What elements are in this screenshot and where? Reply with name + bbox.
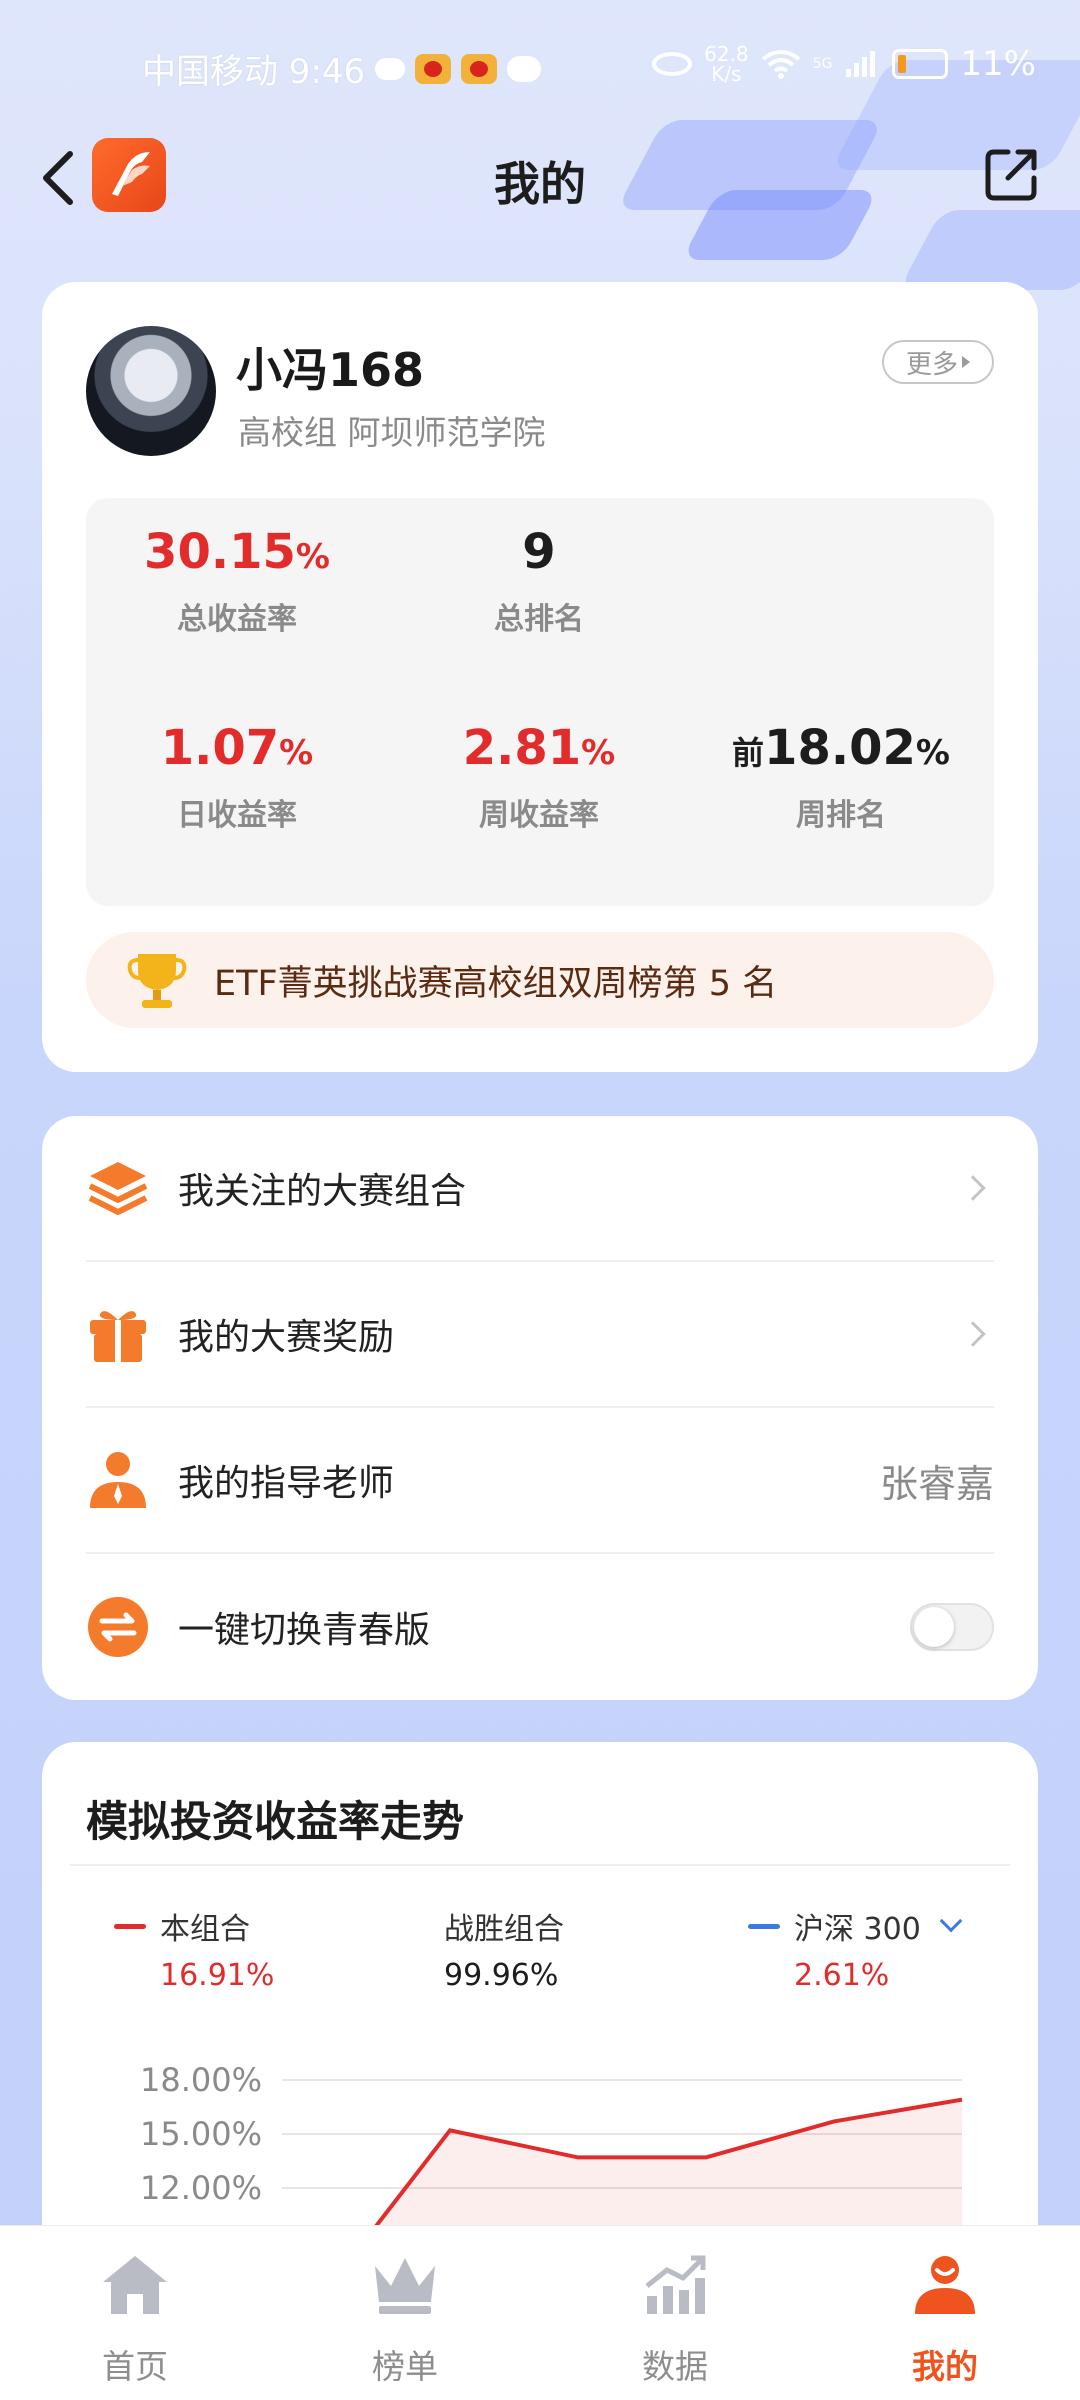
stat-weekly-return: 2.81% 周收益率 [388, 720, 690, 834]
switch-icon [88, 1597, 148, 1657]
menu-label: 一键切换青春版 [178, 1610, 431, 1651]
stat-weekly-rank: 前18.02% 周排名 [690, 720, 992, 834]
status-right: 62.8 K/s 5G 11% [652, 44, 1036, 84]
eye-comfort-icon [652, 52, 693, 76]
wechat-icon [507, 55, 542, 82]
nav-home[interactable]: 首页 [0, 2226, 270, 2400]
stat-value: 前18.02% [732, 720, 950, 776]
status-bar: 中国移动 9:46 62.8 K/s 5G 11% [0, 0, 1080, 130]
legend-swatch [748, 1923, 780, 1929]
stat-total-return: 30.15% 总收益率 [86, 524, 388, 638]
layers-icon [88, 1162, 148, 1215]
legend-value: 2.61% [794, 1958, 890, 1993]
stat-total-rank: 9 总排名 [388, 524, 690, 638]
menu-item-rewards[interactable]: 我的大赛奖励 [86, 1262, 994, 1408]
trophy-icon [127, 954, 187, 1008]
share-icon[interactable] [980, 142, 1044, 206]
crown-icon [375, 2258, 435, 2314]
weibo-icon [461, 53, 498, 84]
status-left: 中国移动 9:46 [142, 44, 542, 93]
signal-icon [846, 51, 876, 77]
bottom-nav: 首页 榜单 数据 我的 [0, 2225, 1080, 2400]
network-speed: 62.8 K/s [704, 44, 749, 84]
chevron-right-icon [960, 1175, 986, 1201]
username: 小冯168 [236, 343, 425, 397]
nav-label: 数据 [642, 2347, 708, 2386]
legend-label: 沪深 300 [794, 1912, 921, 1947]
y-tick-label: 15.00% [140, 2115, 262, 2153]
legend-label: 战胜组合 [444, 1912, 564, 1947]
menu-label: 我的指导老师 [178, 1463, 395, 1504]
gift-icon [90, 1311, 146, 1362]
stat-value: 1.07% [160, 720, 314, 776]
user-group: 高校组 阿坝师范学院 [238, 413, 546, 452]
y-tick-label: 12.00% [140, 2169, 262, 2207]
stat-label: 日收益率 [177, 798, 297, 833]
legend-label: 本组合 [160, 1912, 250, 1947]
nav-label: 榜单 [372, 2347, 438, 2386]
header: 我的 [0, 130, 1080, 230]
menu-item-followed[interactable]: 我关注的大赛组合 [86, 1116, 994, 1262]
divider [70, 1864, 1010, 1866]
menu-item-youth-mode: 一键切换青春版 [86, 1554, 994, 1700]
teacher-name: 张睿嘉 [879, 1461, 994, 1506]
legend-benchmark[interactable]: 沪深 300 2.61% [748, 1904, 963, 1993]
legend-swatch [114, 1923, 146, 1929]
cloud-icon [375, 57, 406, 80]
chevron-down-icon[interactable] [939, 1909, 963, 1933]
menu-card: 我关注的大赛组合 我的大赛奖励 我的指导老师 张睿嘉 一键切换青春版 [42, 1116, 1038, 1700]
stat-daily-return: 1.07% 日收益率 [86, 720, 388, 834]
triangle-right-icon [962, 356, 970, 368]
carrier-time: 中国移动 9:46 [142, 52, 366, 92]
menu-label: 我关注的大赛组合 [178, 1171, 467, 1212]
nav-rank[interactable]: 榜单 [270, 2226, 540, 2400]
battery-level: 11% [960, 44, 1036, 84]
youth-mode-toggle[interactable] [910, 1603, 994, 1651]
profile-card: 小冯168 高校组 阿坝师范学院 更多 30.15% 总收益率 9 总排名 1.… [42, 282, 1038, 1072]
nav-label: 首页 [102, 2347, 168, 2386]
y-tick-label: 18.00% [140, 2061, 262, 2099]
nav-mine[interactable]: 我的 [810, 2226, 1080, 2400]
legend-portfolio: 本组合 16.91% [114, 1904, 274, 1993]
weibo-icon [415, 53, 452, 84]
stat-label: 总排名 [494, 602, 584, 637]
network-type: 5G [812, 56, 833, 72]
nav-data[interactable]: 数据 [540, 2226, 810, 2400]
legend-value: 99.96% [444, 1958, 559, 1993]
battery-icon [892, 49, 949, 79]
user-icon [915, 2256, 975, 2314]
stat-label: 周排名 [796, 798, 886, 833]
avatar[interactable] [86, 326, 216, 456]
chart-title: 模拟投资收益率走势 [86, 1797, 465, 1846]
stat-value: 2.81% [462, 720, 616, 776]
page-title: 我的 [494, 157, 586, 211]
nav-label: 我的 [912, 2347, 978, 2386]
stats-icon [645, 2255, 706, 2314]
stat-label: 周收益率 [479, 798, 599, 833]
stat-label: 总收益率 [177, 602, 297, 637]
more-label: 更多 [905, 349, 958, 380]
menu-label: 我的大赛奖励 [178, 1317, 395, 1358]
home-icon [103, 2256, 167, 2314]
menu-item-teacher[interactable]: 我的指导老师 张睿嘉 [86, 1408, 994, 1554]
stat-value: 30.15% [144, 524, 330, 580]
chevron-right-icon [960, 1321, 986, 1347]
speed-unit: K/s [711, 62, 742, 86]
legend-beat: 战胜组合 99.96% [444, 1904, 564, 1993]
award-text: ETF菁英挑战赛高校组双周榜第 5 名 [214, 963, 778, 1004]
award-banner[interactable]: ETF菁英挑战赛高校组双周榜第 5 名 [86, 932, 994, 1028]
stat-value: 9 [522, 524, 556, 580]
stats-panel: 30.15% 总收益率 9 总排名 1.07% 日收益率 2.81% 周收益率 … [86, 498, 994, 906]
more-button[interactable]: 更多 [882, 340, 994, 384]
legend-value: 16.91% [160, 1958, 275, 1993]
wifi-icon [761, 50, 800, 79]
teacher-icon [90, 1452, 146, 1508]
